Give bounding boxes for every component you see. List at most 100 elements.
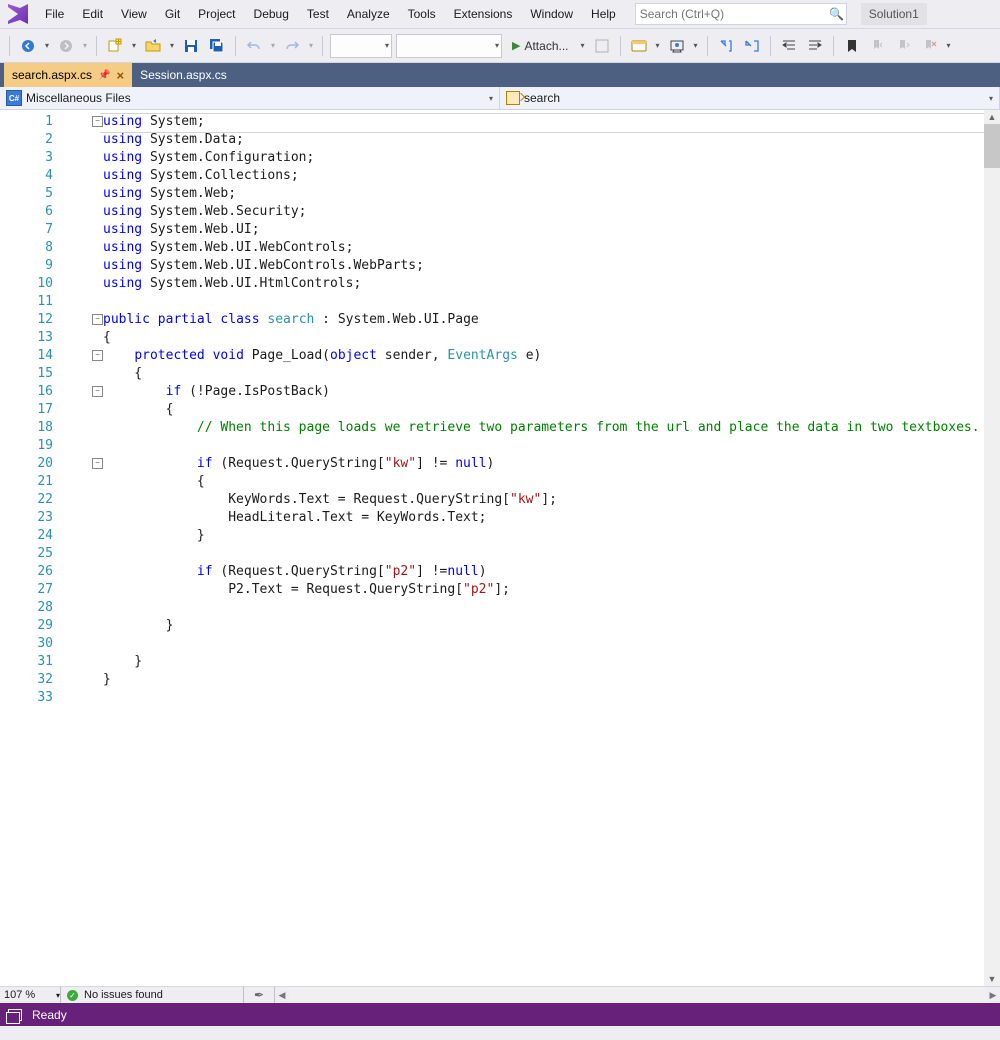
redo-button[interactable] [281, 35, 303, 57]
close-icon[interactable]: × [117, 68, 125, 83]
debug-target-button[interactable] [591, 35, 613, 57]
window-restore-icon[interactable] [8, 1009, 22, 1021]
code-line[interactable] [103, 599, 980, 617]
code-line[interactable]: // When this page loads we retrieve two … [103, 419, 980, 437]
save-all-button[interactable] [206, 35, 228, 57]
menu-file[interactable]: File [36, 0, 73, 28]
feedback-button[interactable]: ✒ [244, 987, 275, 1003]
bookmark-button[interactable] [841, 35, 863, 57]
solution-label[interactable]: Solution1 [861, 3, 927, 25]
code-line[interactable]: HeadLiteral.Text = KeyWords.Text; [103, 509, 980, 527]
browser-link-button[interactable] [628, 35, 650, 57]
open-file-button[interactable] [142, 35, 164, 57]
code-line[interactable]: using System.Collections; [103, 167, 980, 185]
step-over-button[interactable] [741, 35, 763, 57]
code-line[interactable]: using System.Configuration; [103, 149, 980, 167]
next-bookmark-button[interactable] [893, 35, 915, 57]
code-line[interactable]: protected void Page_Load(object sender, … [103, 347, 980, 365]
menu-window[interactable]: Window [521, 0, 582, 28]
code-line[interactable]: public partial class search : System.Web… [103, 311, 980, 329]
fold-toggle[interactable]: − [92, 350, 103, 361]
scroll-left-icon[interactable]: ◀ [275, 990, 289, 1001]
menu-test[interactable]: Test [298, 0, 338, 28]
fold-toggle[interactable]: − [92, 116, 103, 127]
scroll-up-icon[interactable]: ▲ [984, 110, 1000, 124]
code-area[interactable]: using System;using System.Data;using Sys… [75, 110, 980, 986]
code-line[interactable] [103, 293, 980, 311]
code-line[interactable]: KeyWords.Text = Request.QueryString["kw"… [103, 491, 980, 509]
code-line[interactable]: if (!Page.IsPostBack) [103, 383, 980, 401]
code-line[interactable]: if (Request.QueryString["p2"] !=null) [103, 563, 980, 581]
browser-link-dropdown[interactable]: ▾ [654, 35, 662, 57]
scroll-thumb[interactable] [984, 124, 1000, 168]
code-line[interactable]: using System.Web.UI.WebControls.WebParts… [103, 257, 980, 275]
scroll-down-icon[interactable]: ▼ [984, 972, 1000, 986]
nav-back-button[interactable] [17, 35, 39, 57]
tab-search-aspx-cs[interactable]: search.aspx.cs 📌 × [4, 63, 132, 87]
code-line[interactable]: if (Request.QueryString["kw"] != null) [103, 455, 980, 473]
nav-fwd-button[interactable] [55, 35, 77, 57]
code-line[interactable]: using System.Web.UI.WebControls; [103, 239, 980, 257]
zoom-combo[interactable]: 107 %▾ [0, 987, 61, 1003]
redo-dropdown[interactable]: ▾ [307, 35, 315, 57]
fold-toggle[interactable]: − [92, 314, 103, 325]
quick-search-input[interactable] [636, 7, 828, 21]
vertical-scrollbar[interactable]: ▲ ▼ [984, 110, 1000, 986]
tab-session-aspx-cs[interactable]: Session.aspx.cs [132, 63, 235, 87]
fold-toggle[interactable]: − [92, 458, 103, 469]
open-file-dropdown[interactable]: ▾ [168, 35, 176, 57]
code-line[interactable]: } [103, 653, 980, 671]
config-combo[interactable]: ▾ [330, 34, 392, 58]
code-line[interactable]: P2.Text = Request.QueryString["p2"]; [103, 581, 980, 599]
code-line[interactable]: } [103, 617, 980, 635]
indent-less-button[interactable] [778, 35, 800, 57]
menu-help[interactable]: Help [582, 0, 625, 28]
code-line[interactable]: using System.Web; [103, 185, 980, 203]
scroll-right-icon[interactable]: ▶ [986, 990, 1000, 1001]
platform-combo[interactable]: ▾ [396, 34, 502, 58]
code-line[interactable] [103, 689, 980, 707]
new-project-button[interactable] [104, 35, 126, 57]
code-line[interactable]: { [103, 401, 980, 419]
code-line[interactable]: } [103, 671, 980, 689]
horizontal-scrollbar[interactable] [289, 987, 986, 1003]
save-button[interactable] [180, 35, 202, 57]
menu-debug[interactable]: Debug [245, 0, 298, 28]
clear-bookmarks-button[interactable] [919, 35, 941, 57]
code-line[interactable]: using System; [103, 113, 980, 131]
menu-project[interactable]: Project [189, 0, 244, 28]
menu-git[interactable]: Git [156, 0, 189, 28]
new-project-dropdown[interactable]: ▾ [130, 35, 138, 57]
member-dropdown[interactable]: search ▾ [500, 87, 1000, 109]
code-editor[interactable]: 1234567891011121314151617181920212223242… [0, 110, 1000, 986]
code-line[interactable]: { [103, 473, 980, 491]
indent-more-button[interactable] [804, 35, 826, 57]
code-line[interactable] [103, 635, 980, 653]
code-line[interactable]: using System.Web.Security; [103, 203, 980, 221]
menu-analyze[interactable]: Analyze [338, 0, 399, 28]
prev-bookmark-button[interactable] [867, 35, 889, 57]
fold-toggle[interactable]: − [92, 386, 103, 397]
code-line[interactable] [103, 545, 980, 563]
code-line[interactable]: using System.Data; [103, 131, 980, 149]
issues-indicator[interactable]: ✓ No issues found [61, 987, 244, 1003]
code-line[interactable] [103, 437, 980, 455]
live-share-button[interactable] [666, 35, 688, 57]
menu-edit[interactable]: Edit [73, 0, 112, 28]
toolbar-overflow[interactable]: ▾ [945, 35, 953, 57]
code-line[interactable]: { [103, 365, 980, 383]
menu-tools[interactable]: Tools [399, 0, 445, 28]
live-share-dropdown[interactable]: ▾ [692, 35, 700, 57]
code-line[interactable]: } [103, 527, 980, 545]
undo-dropdown[interactable]: ▾ [269, 35, 277, 57]
menu-view[interactable]: View [112, 0, 156, 28]
nav-back-dropdown[interactable]: ▾ [43, 35, 51, 57]
undo-button[interactable] [243, 35, 265, 57]
code-line[interactable]: using System.Web.UI.HtmlControls; [103, 275, 980, 293]
attach-dropdown[interactable]: ▾ [579, 35, 587, 57]
pin-icon[interactable]: 📌 [98, 70, 110, 81]
nav-fwd-dropdown[interactable]: ▾ [81, 35, 89, 57]
attach-button[interactable]: ▶Attach... [506, 35, 575, 57]
step-into-button[interactable] [715, 35, 737, 57]
code-line[interactable]: { [103, 329, 980, 347]
